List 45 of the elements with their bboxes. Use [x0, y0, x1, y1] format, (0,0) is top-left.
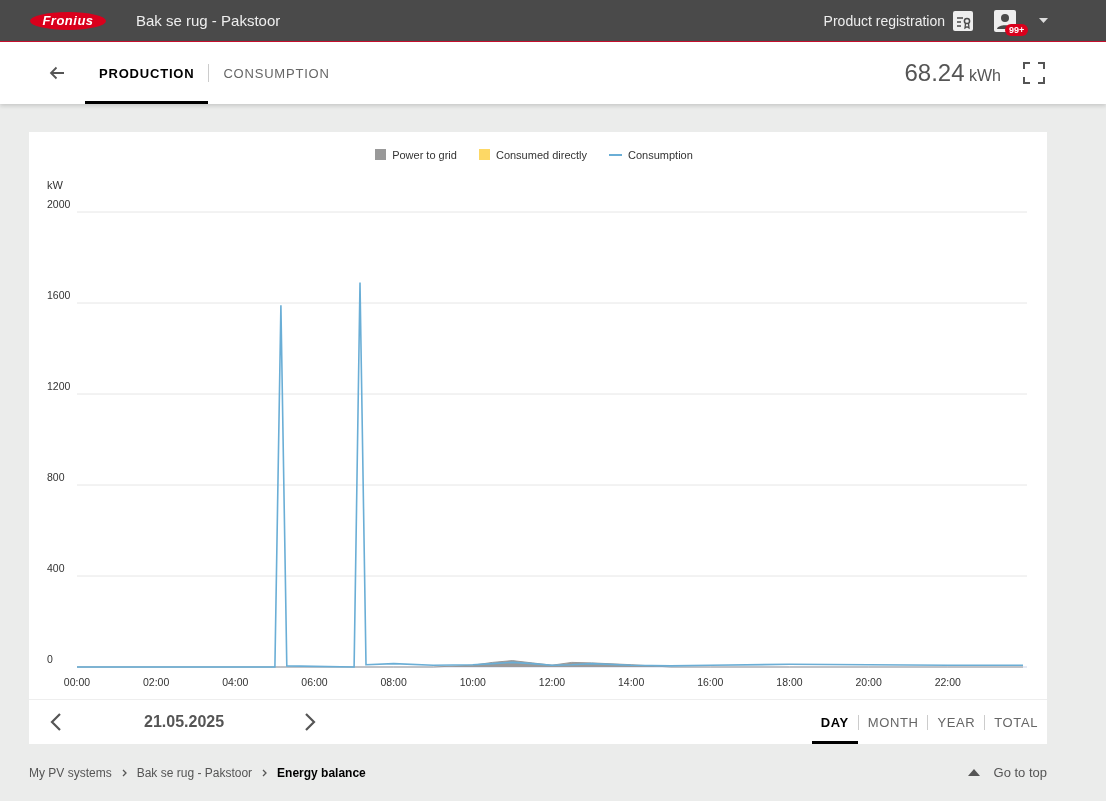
period-tab[interactable]: TOTAL: [985, 700, 1047, 744]
breadcrumb-link[interactable]: My PV systems: [29, 765, 112, 780]
back-arrow-icon[interactable]: [49, 66, 65, 80]
tab[interactable]: CONSUMPTION: [209, 42, 344, 104]
period-tab[interactable]: DAY: [811, 700, 858, 744]
axis-label: 16:00: [697, 676, 724, 688]
caret-icon[interactable]: [1039, 18, 1048, 23]
axis-label: 04:00: [222, 676, 249, 688]
axis-label: 0: [47, 653, 53, 665]
legend-item[interactable]: Power to grid: [375, 149, 457, 160]
date-label: 21.05.2025: [144, 713, 225, 731]
axis-title: kW: [47, 179, 63, 191]
axis-label: 08:00: [380, 676, 407, 688]
fullscreen-icon[interactable]: [1023, 62, 1045, 84]
axis-label: 400: [47, 562, 65, 574]
logo[interactable]: Fronius: [30, 11, 106, 30]
chevron-icon: [262, 768, 268, 777]
breadcrumb-link[interactable]: Bak se rug - Pakstoor: [136, 765, 253, 780]
axis-label: 12:00: [538, 676, 566, 688]
axis-label: 1600: [47, 289, 71, 301]
triangle-up-icon: [967, 769, 980, 776]
product-registration-link[interactable]: Product registration: [823, 9, 974, 32]
axis-label: 06:00: [301, 676, 328, 688]
axis-label: 10:00: [459, 676, 486, 688]
axis-label: 00:00: [63, 676, 91, 688]
axis-label: 18:00: [776, 676, 803, 688]
go-to-top-link[interactable]: Go to top: [967, 765, 1047, 780]
period-tab[interactable]: MONTH: [858, 700, 928, 744]
axis-label: 14:00: [618, 676, 645, 688]
axis-label: 22:00: [934, 676, 961, 688]
plant-title: Bak se rug - Pakstoor: [136, 12, 281, 29]
axis-label: 20:00: [855, 676, 882, 688]
axis-label: 1200: [47, 380, 71, 392]
legend-item[interactable]: Consumed directly: [478, 149, 588, 160]
period-tab[interactable]: YEAR: [928, 700, 985, 744]
axis-label: 02:00: [143, 676, 170, 688]
legend-item[interactable]: Consumption: [609, 149, 693, 160]
breadcrumb-current: Energy balance: [277, 765, 366, 780]
notification-badge: 99+: [1005, 23, 1029, 36]
chevron-icon: [121, 768, 127, 777]
certificate-icon: [952, 9, 974, 32]
axis-label: 2000: [47, 198, 71, 210]
axis-label: 800: [47, 471, 65, 483]
energy-total: 68.24 kWh: [904, 59, 1001, 87]
tab[interactable]: PRODUCTION: [85, 42, 209, 104]
